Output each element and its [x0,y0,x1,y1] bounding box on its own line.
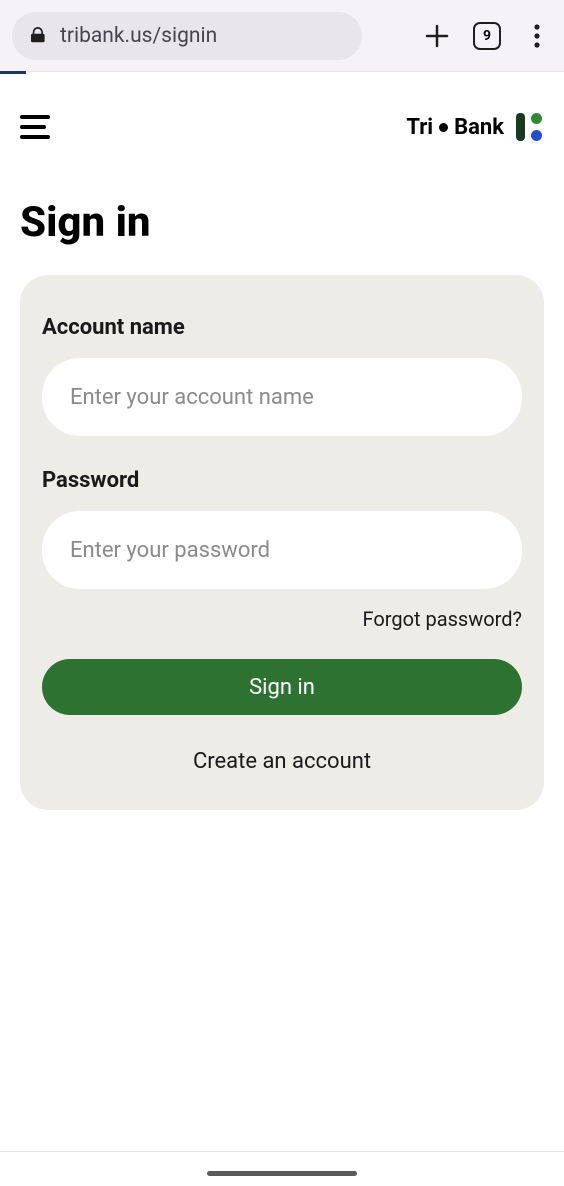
brand-dot-icon [439,123,448,132]
create-account-link[interactable]: Create an account [42,749,522,774]
menu-icon[interactable] [20,115,50,139]
signin-button[interactable]: Sign in [42,659,522,715]
brand[interactable]: Tri Bank [406,111,544,143]
url-text: tribank.us/signin [60,24,217,48]
brand-text: Tri Bank [406,115,504,140]
brand-logo-icon [516,111,544,143]
account-name-label: Account name [42,315,522,340]
brand-text-left: Tri [406,115,433,140]
divider [0,1151,564,1152]
tab-switcher-icon[interactable]: 9 [472,21,502,51]
lock-icon [30,27,48,45]
forgot-password-link[interactable]: Forgot password? [42,607,522,631]
brand-text-right: Bank [454,115,504,140]
password-group: Password [42,468,522,589]
tab-count: 9 [473,22,501,50]
page-load-progress [0,71,26,74]
password-input[interactable] [42,511,522,589]
new-tab-icon[interactable] [422,21,452,51]
url-bar[interactable]: tribank.us/signin [12,12,362,60]
browser-chrome: tribank.us/signin 9 [0,0,564,72]
signin-form-card: Account name Password Forgot password? S… [20,275,544,810]
password-label: Password [42,468,522,493]
account-group: Account name [42,315,522,436]
home-indicator-icon[interactable] [207,1171,357,1176]
browser-actions: 9 [422,21,552,51]
account-name-input[interactable] [42,358,522,436]
page-title: Sign in [0,182,564,275]
app-header: Tri Bank [0,72,564,182]
browser-menu-icon[interactable] [522,21,552,51]
